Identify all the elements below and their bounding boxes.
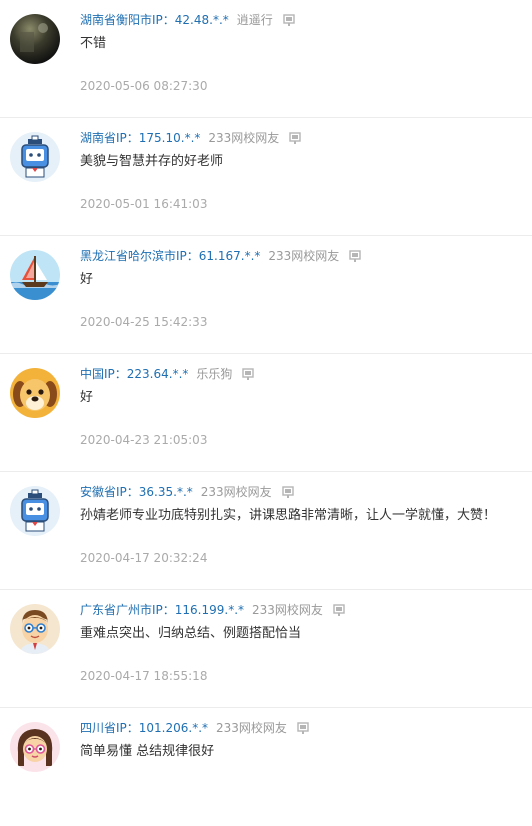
comment-meta: 安徽省IP：36.35.*.* 233网校网友 [80, 483, 294, 501]
comment-location[interactable]: 安徽省IP：36.35.*.* [80, 483, 193, 501]
glasses-boy-avatar[interactable] [10, 604, 60, 654]
comment-text: 好 [80, 390, 94, 405]
comment-nickname: 233网校网友 [268, 249, 340, 263]
comment-item: 湖南省衡阳市IP：42.48.*.* 逍遥行 不错 2020-05-06 08:… [0, 0, 532, 118]
comment-text: 简单易懂 总结规律很好 [80, 744, 215, 759]
dog-avatar[interactable] [10, 368, 60, 418]
comment-location[interactable]: 湖南省IP：175.10.*.* [80, 129, 200, 147]
comment-time: 2020-04-17 18:55:18 [80, 669, 208, 683]
report-icon[interactable] [242, 368, 255, 380]
comment-item: 黑龙江省哈尔滨市IP：61.167.*.* 233网校网友 好 2020-04-… [0, 236, 532, 354]
comment-item: 安徽省IP：36.35.*.* 233网校网友 孙婧老师专业功底特别扎实，讲课思… [0, 472, 532, 590]
comment-meta: 湖南省衡阳市IP：42.48.*.* 逍遥行 [80, 11, 295, 29]
report-icon[interactable] [297, 722, 309, 734]
comment-nickname: 233网校网友 [200, 485, 272, 499]
comment-meta: 湖南省IP：175.10.*.* 233网校网友 [80, 129, 302, 147]
comment-text: 不错 [80, 36, 107, 51]
comment-meta: 黑龙江省哈尔滨市IP：61.167.*.* 233网校网友 [80, 247, 362, 265]
comment-time: 2020-04-23 21:05:03 [80, 433, 208, 447]
comment-item: 四川省IP：101.206.*.* 233网校网友 简单易懂 总结规律很好 [0, 708, 532, 826]
comment-meta: 广东省广州市IP：116.199.*.* 233网校网友 [80, 601, 345, 619]
comment-location[interactable]: 湖南省衡阳市IP：42.48.*.* [80, 11, 229, 29]
comment-nickname: 乐乐狗 [196, 367, 233, 381]
sailboat-avatar[interactable] [10, 250, 60, 300]
comment-time: 2020-04-25 15:42:33 [80, 315, 208, 329]
comment-list: 湖南省衡阳市IP：42.48.*.* 逍遥行 不错 2020-05-06 08:… [0, 0, 532, 826]
comment-meta: 四川省IP：101.206.*.* 233网校网友 [80, 719, 309, 737]
comment-time: 2020-05-06 08:27:30 [80, 79, 208, 93]
comment-location[interactable]: 黑龙江省哈尔滨市IP：61.167.*.* [80, 247, 260, 265]
comment-location[interactable]: 四川省IP：101.206.*.* [80, 719, 208, 737]
comment-item: 湖南省IP：175.10.*.* 233网校网友 美貌与智慧并存的好老师 202… [0, 118, 532, 236]
comment-item: 广东省广州市IP：116.199.*.* 233网校网友 重难点突出、归纳总结、… [0, 590, 532, 708]
comment-text: 好 [80, 272, 94, 287]
report-icon[interactable] [283, 14, 295, 26]
robot-sailor-avatar[interactable] [10, 132, 60, 182]
comment-nickname: 233网校网友 [216, 721, 287, 735]
comment-time: 2020-04-17 20:32:24 [80, 551, 208, 565]
comment-text: 美貌与智慧并存的好老师 [80, 154, 224, 169]
dark-photo-avatar[interactable] [10, 14, 60, 64]
comment-meta: 中国IP：223.64.*.* 乐乐狗 [80, 365, 255, 383]
comment-text: 孙婧老师专业功底特别扎实，讲课思路非常清晰，让人一学就懂，大赞！ [80, 508, 497, 523]
comment-nickname: 233网校网友 [208, 131, 280, 145]
comment-nickname: 逍遥行 [236, 13, 273, 27]
comment-time: 2020-05-01 16:41:03 [80, 197, 208, 211]
report-icon[interactable] [333, 604, 345, 616]
comment-location[interactable]: 中国IP：223.64.*.* [80, 365, 188, 383]
report-icon[interactable] [281, 486, 294, 498]
comment-location[interactable]: 广东省广州市IP：116.199.*.* [80, 601, 244, 619]
glasses-girl-avatar[interactable] [10, 722, 60, 772]
robot-sailor-avatar[interactable] [10, 486, 60, 536]
comment-item: 中国IP：223.64.*.* 乐乐狗 好 2020-04-23 21:05:0… [0, 354, 532, 472]
comment-nickname: 233网校网友 [252, 603, 323, 617]
comment-text: 重难点突出、归纳总结、例题搭配恰当 [80, 626, 302, 641]
report-icon[interactable] [349, 250, 362, 262]
report-icon[interactable] [289, 132, 302, 144]
